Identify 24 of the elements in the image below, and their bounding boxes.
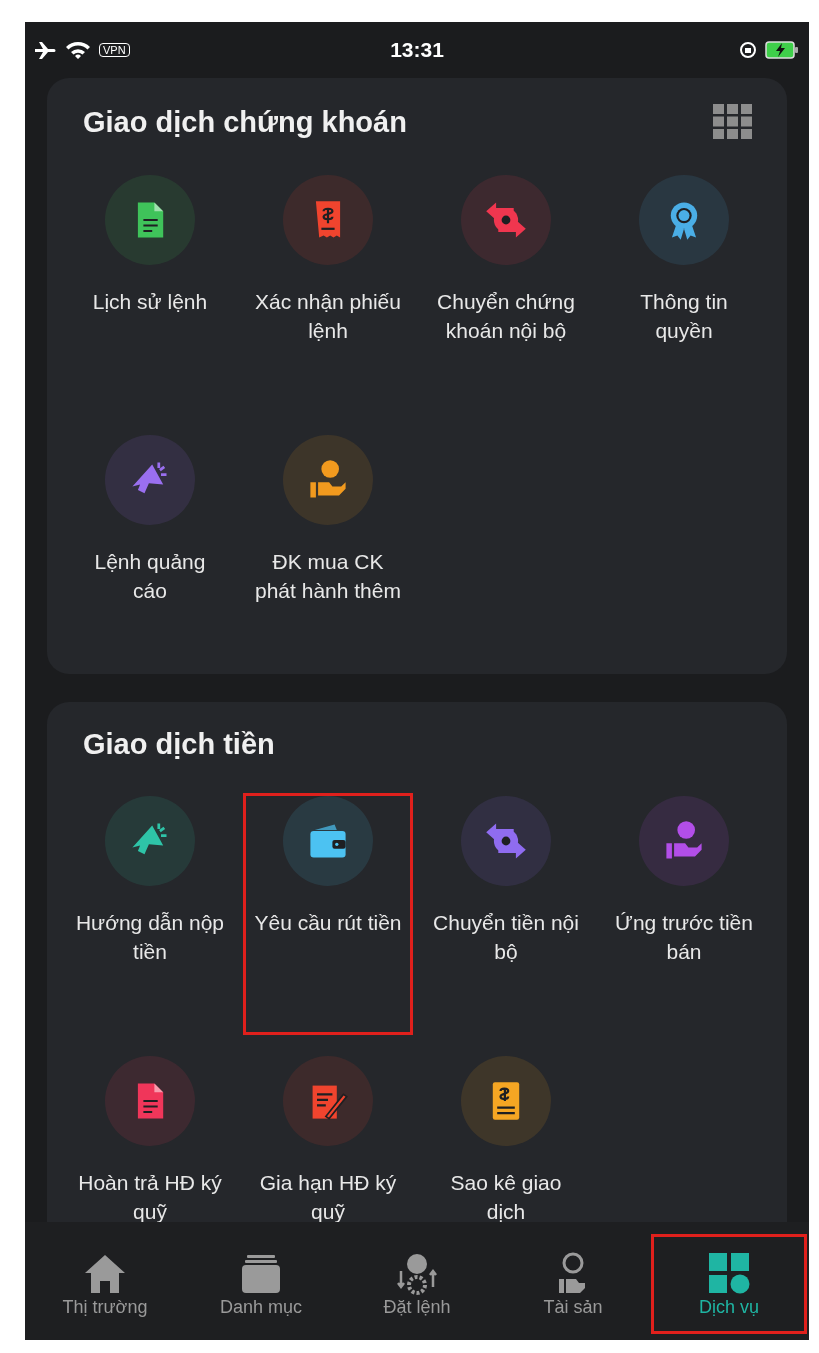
service-item[interactable]: Ứng trước tiền bán <box>599 793 769 1035</box>
clock-time: 13:31 <box>390 38 444 62</box>
tab[interactable]: Thị trường <box>27 1234 183 1334</box>
service-item[interactable]: Chuyển chứng khoán nội bộ <box>421 172 591 414</box>
tab[interactable]: Đặt lệnh <box>339 1234 495 1334</box>
section-title: Giao dịch tiền <box>83 728 275 761</box>
battery-charging-icon <box>765 40 799 60</box>
service-item[interactable]: Hướng dẫn nộp tiền <box>65 793 235 1035</box>
service-item[interactable]: Xác nhận phiếu lệnh <box>243 172 413 414</box>
section-title: Giao dịch chứng khoán <box>83 105 407 139</box>
wifi-icon <box>65 40 91 60</box>
service-item[interactable]: Yêu cầu rút tiền <box>243 793 413 1035</box>
vpn-indicator: VPN <box>99 43 130 57</box>
service-item[interactable]: Chuyển tiền nội bộ <box>421 793 591 1035</box>
tab[interactable]: Tài sản <box>495 1234 651 1334</box>
service-item[interactable]: ĐK mua CK phát hành thêm <box>243 432 413 674</box>
airplane-icon <box>33 40 57 60</box>
grid-icon[interactable] <box>713 104 753 140</box>
service-item[interactable]: Thông tin quyền <box>599 172 769 414</box>
tab[interactable]: Dịch vụ <box>651 1234 807 1334</box>
service-item[interactable]: Lệnh quảng cáo <box>65 432 235 674</box>
rotation-lock-icon <box>739 41 757 59</box>
service-item[interactable]: Lịch sử lệnh <box>65 172 235 414</box>
tab[interactable]: Danh mục <box>183 1234 339 1334</box>
